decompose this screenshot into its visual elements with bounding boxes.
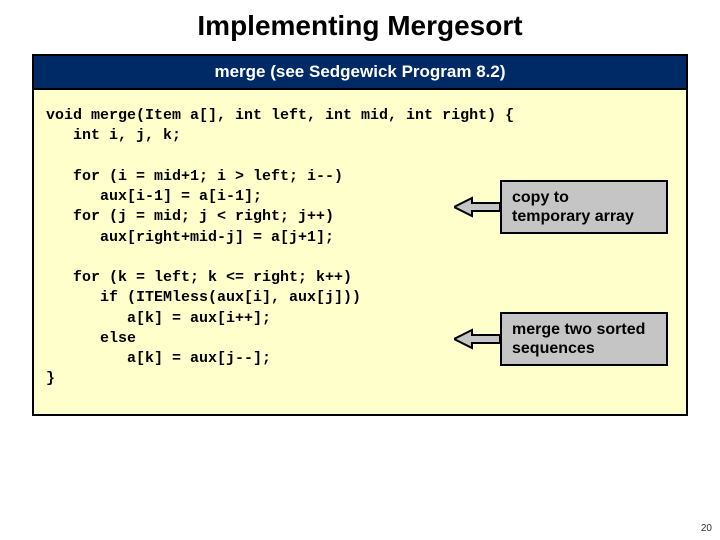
arrow-left-icon [454, 196, 500, 218]
callout-merge: merge two sortedsequences [500, 312, 668, 366]
page-number: 20 [701, 523, 712, 534]
slide: Implementing Mergesort merge (see Sedgew… [0, 0, 720, 540]
page-title: Implementing Mergesort [0, 0, 720, 54]
code-panel: merge (see Sedgewick Program 8.2) void m… [32, 54, 688, 416]
arrow-left-icon [454, 328, 500, 350]
callout-copy: copy totemporary array [500, 180, 668, 234]
panel-header: merge (see Sedgewick Program 8.2) [34, 56, 686, 90]
panel-body: void merge(Item a[], int left, int mid, … [34, 90, 686, 414]
